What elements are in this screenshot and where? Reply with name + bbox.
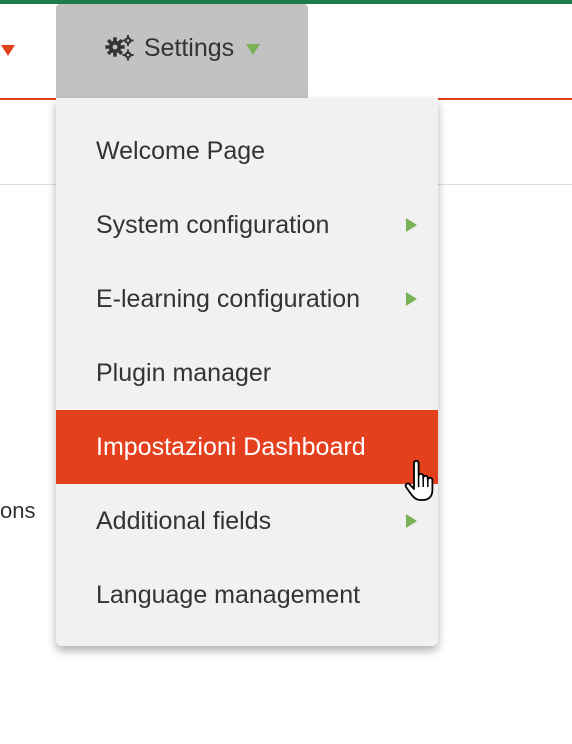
- menu-item-elearning-configuration[interactable]: E-learning configuration: [56, 262, 438, 336]
- chevron-right-icon: [406, 292, 417, 306]
- menu-item-label: Impostazioni Dashboard: [96, 433, 366, 461]
- menu-item-plugin-manager[interactable]: Plugin manager: [56, 336, 438, 410]
- menu-item-impostazioni-dashboard[interactable]: Impostazioni Dashboard: [56, 410, 438, 484]
- settings-tab[interactable]: Settings: [56, 4, 308, 98]
- settings-tab-label: Settings: [143, 33, 235, 62]
- menu-item-label: Plugin manager: [96, 359, 272, 387]
- menu-item-system-configuration[interactable]: System configuration: [56, 188, 438, 262]
- menu-item-label: Language management: [96, 581, 361, 609]
- gears-icon: [105, 35, 134, 61]
- menu-item-label: Additional fields: [96, 507, 272, 535]
- menu-item-welcome-page[interactable]: Welcome Page: [56, 114, 438, 188]
- menu-item-label: E-learning configuration: [96, 285, 361, 313]
- chevron-down-icon: [246, 43, 261, 55]
- settings-dropdown-menu: Welcome Page System configuration E-lear…: [56, 98, 438, 646]
- chevron-right-icon: [406, 218, 417, 232]
- menu-item-additional-fields[interactable]: Additional fields: [56, 484, 438, 558]
- background-partial-text: ons: [0, 498, 36, 523]
- previous-tab-caret-icon[interactable]: [1, 45, 15, 56]
- menu-item-language-management[interactable]: Language management: [56, 558, 438, 632]
- menu-item-label: System configuration: [96, 211, 330, 239]
- chevron-right-icon: [406, 514, 417, 528]
- menu-item-label: Welcome Page: [96, 137, 266, 165]
